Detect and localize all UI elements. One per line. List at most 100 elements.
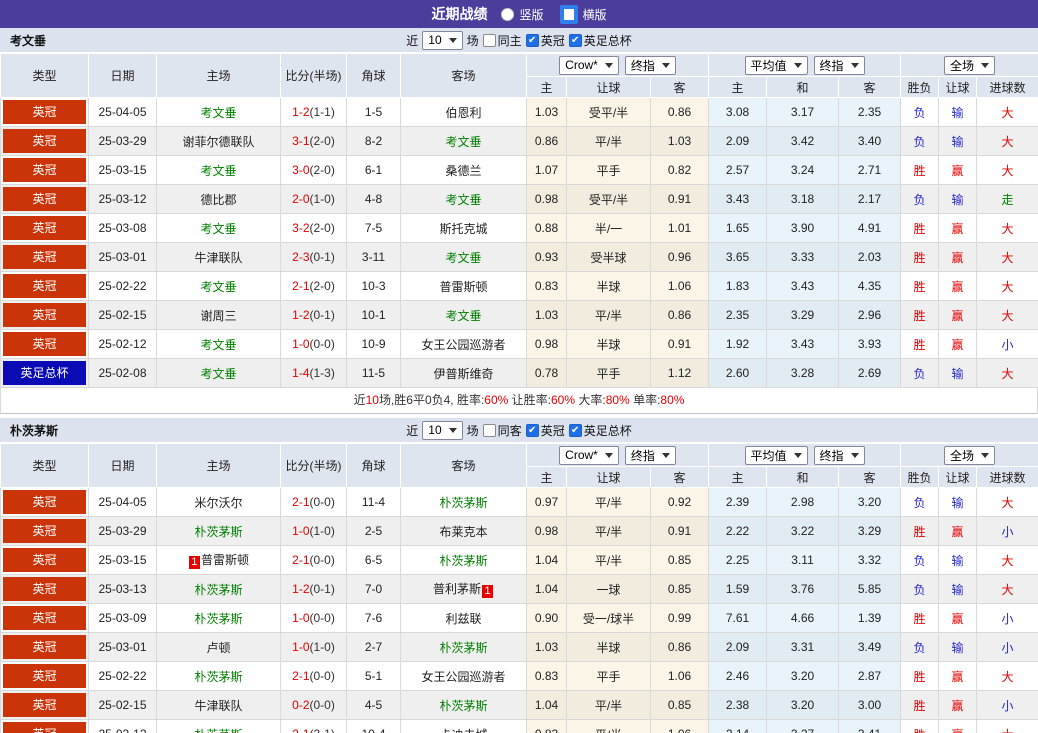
result-cell: 负 [900,574,940,604]
avg-final-index-select[interactable]: 终指 [813,445,865,465]
away-team-name[interactable]: 伊普斯维奇 [433,367,493,381]
crown-home-odds: 0.83 [526,719,567,733]
check-icon: ✔ [568,423,582,437]
away-team-cell: 布莱克本 [400,516,527,546]
date-cell: 25-03-12 [88,184,157,214]
crown-home-odds: 0.98 [526,184,567,214]
home-team-name[interactable]: 朴茨茅斯 [194,612,242,626]
home-team-name[interactable]: 德比郡 [200,193,236,207]
handicap-result-cell: 输 [938,184,978,214]
away-team-name[interactable]: 考文垂 [445,193,481,207]
away-team-name[interactable]: 普雷斯顿 [439,280,487,294]
away-team-name[interactable]: 斯托克城 [439,222,487,236]
avg-draw-odds: 4.66 [766,603,840,633]
league-badge[interactable]: 英冠 [3,664,86,688]
recent-count-select[interactable]: 10 [422,420,463,440]
recent-count-select[interactable]: 10 [422,30,463,50]
home-team-name[interactable]: 考文垂 [200,280,236,294]
home-team-name[interactable]: 朴茨茅斯 [194,670,242,684]
avg-final-index-select[interactable]: 终指 [813,55,865,75]
league-badge[interactable]: 英冠 [3,303,86,327]
away-team-name[interactable]: 考文垂 [445,251,481,265]
home-team-name[interactable]: 考文垂 [200,164,236,178]
home-team-name[interactable]: 牛津联队 [194,251,242,265]
crown-company-select[interactable]: Crow* [559,445,619,465]
league-badge[interactable]: 英冠 [3,274,86,298]
match-scope-select[interactable]: 全场 [944,55,996,75]
league-badge[interactable]: 英冠 [3,693,86,717]
avg-away-odds: 2.87 [838,661,902,691]
match-type-cell: 英冠 [0,97,89,127]
away-team-name[interactable]: 考文垂 [445,309,481,323]
league-badge[interactable]: 英冠 [3,129,86,153]
filter-checkbox-英冠[interactable]: ✔ 英冠 [525,422,565,439]
avg-away-odds: 3.93 [838,329,902,359]
away-team-name[interactable]: 伯恩利 [445,106,481,120]
league-badge[interactable]: 英冠 [3,245,86,269]
away-team-name[interactable]: 考文垂 [445,135,481,149]
away-team-name[interactable]: 桑德兰 [445,164,481,178]
away-team-name[interactable]: 朴茨茅斯 [439,554,487,568]
league-badge[interactable]: 英冠 [3,548,86,572]
away-team-name[interactable]: 布莱克本 [439,525,487,539]
crown-final-index-select[interactable]: 终指 [624,445,676,465]
home-team-cell: 考文垂 [156,358,281,388]
match-type-cell: 英冠 [0,155,89,185]
home-team-name[interactable]: 普雷斯顿 [201,553,249,567]
league-badge[interactable]: 英冠 [3,100,86,124]
home-team-name[interactable]: 朴茨茅斯 [194,583,242,597]
league-badge[interactable]: 英冠 [3,606,86,630]
column-header: 比分(半场) [280,443,347,488]
home-team-name[interactable]: 朴茨茅斯 [194,728,242,733]
home-team-name[interactable]: 谢菲尔德联队 [182,135,254,149]
home-team-name[interactable]: 卢顿 [206,641,230,655]
filter-checkbox-英冠[interactable]: ✔ 英冠 [525,32,565,49]
date-cell: 25-03-29 [88,516,157,546]
filter-checkbox-英足总杯[interactable]: ✔ 英足总杯 [568,422,632,439]
average-odds-select[interactable]: 平均值 [744,55,808,75]
layout-radio-vertical[interactable]: 竖版 [501,6,544,23]
away-team-name[interactable]: 朴茨茅斯 [439,641,487,655]
league-badge[interactable]: 英冠 [3,158,86,182]
league-badge[interactable]: 英冠 [3,577,86,601]
league-badge[interactable]: 英冠 [3,216,86,240]
home-team-name[interactable]: 米尔沃尔 [194,496,242,510]
filter-checkbox-同主[interactable]: 同主 [482,32,522,49]
away-team-name[interactable]: 普利茅斯 [433,582,481,596]
away-team-name[interactable]: 女王公园巡游者 [421,338,505,352]
home-team-name[interactable]: 牛津联队 [194,699,242,713]
away-team-name[interactable]: 朴茨茅斯 [439,699,487,713]
home-team-name[interactable]: 考文垂 [200,367,236,381]
section-header-bar: 考文垂 近 10 场同主 ✔ 英冠 ✔ 英足总杯 [0,28,1038,53]
league-badge[interactable]: 英冠 [3,490,86,514]
home-team-name[interactable]: 考文垂 [200,338,236,352]
away-team-name[interactable]: 利兹联 [445,612,481,626]
filter-checkbox-英足总杯[interactable]: ✔ 英足总杯 [568,32,632,49]
league-badge[interactable]: 英冠 [3,722,86,733]
league-badge[interactable]: 英冠 [3,187,86,211]
column-subheader: 进球数 [976,76,1038,98]
result-cell: 胜 [900,603,940,633]
home-team-name[interactable]: 朴茨茅斯 [194,525,242,539]
crown-home-odds: 0.90 [526,603,567,633]
score-cell: 1-0(1-0) [280,516,347,546]
home-team-name[interactable]: 考文垂 [200,222,236,236]
crown-company-select[interactable]: Crow* [559,55,619,75]
goals-result-cell: 大 [976,213,1038,243]
league-badge[interactable]: 英冠 [3,635,86,659]
handicap-result-cell: 输 [938,632,978,662]
away-team-name[interactable]: 卡迪夫城 [439,728,487,733]
league-badge[interactable]: 英冠 [3,332,86,356]
filter-checkbox-同客[interactable]: 同客 [482,422,522,439]
score-cell: 2-1(0-0) [280,545,347,575]
home-team-name[interactable]: 谢周三 [200,309,236,323]
away-team-name[interactable]: 朴茨茅斯 [439,496,487,510]
away-team-name[interactable]: 女王公园巡游者 [421,670,505,684]
league-badge[interactable]: 英冠 [3,519,86,543]
crown-final-index-select[interactable]: 终指 [624,55,676,75]
home-team-name[interactable]: 考文垂 [200,106,236,120]
layout-radio-horizontal[interactable]: 横版 [559,4,607,24]
average-odds-select[interactable]: 平均值 [744,445,808,465]
league-badge[interactable]: 英足总杯 [3,361,86,385]
match-scope-select[interactable]: 全场 [944,445,996,465]
